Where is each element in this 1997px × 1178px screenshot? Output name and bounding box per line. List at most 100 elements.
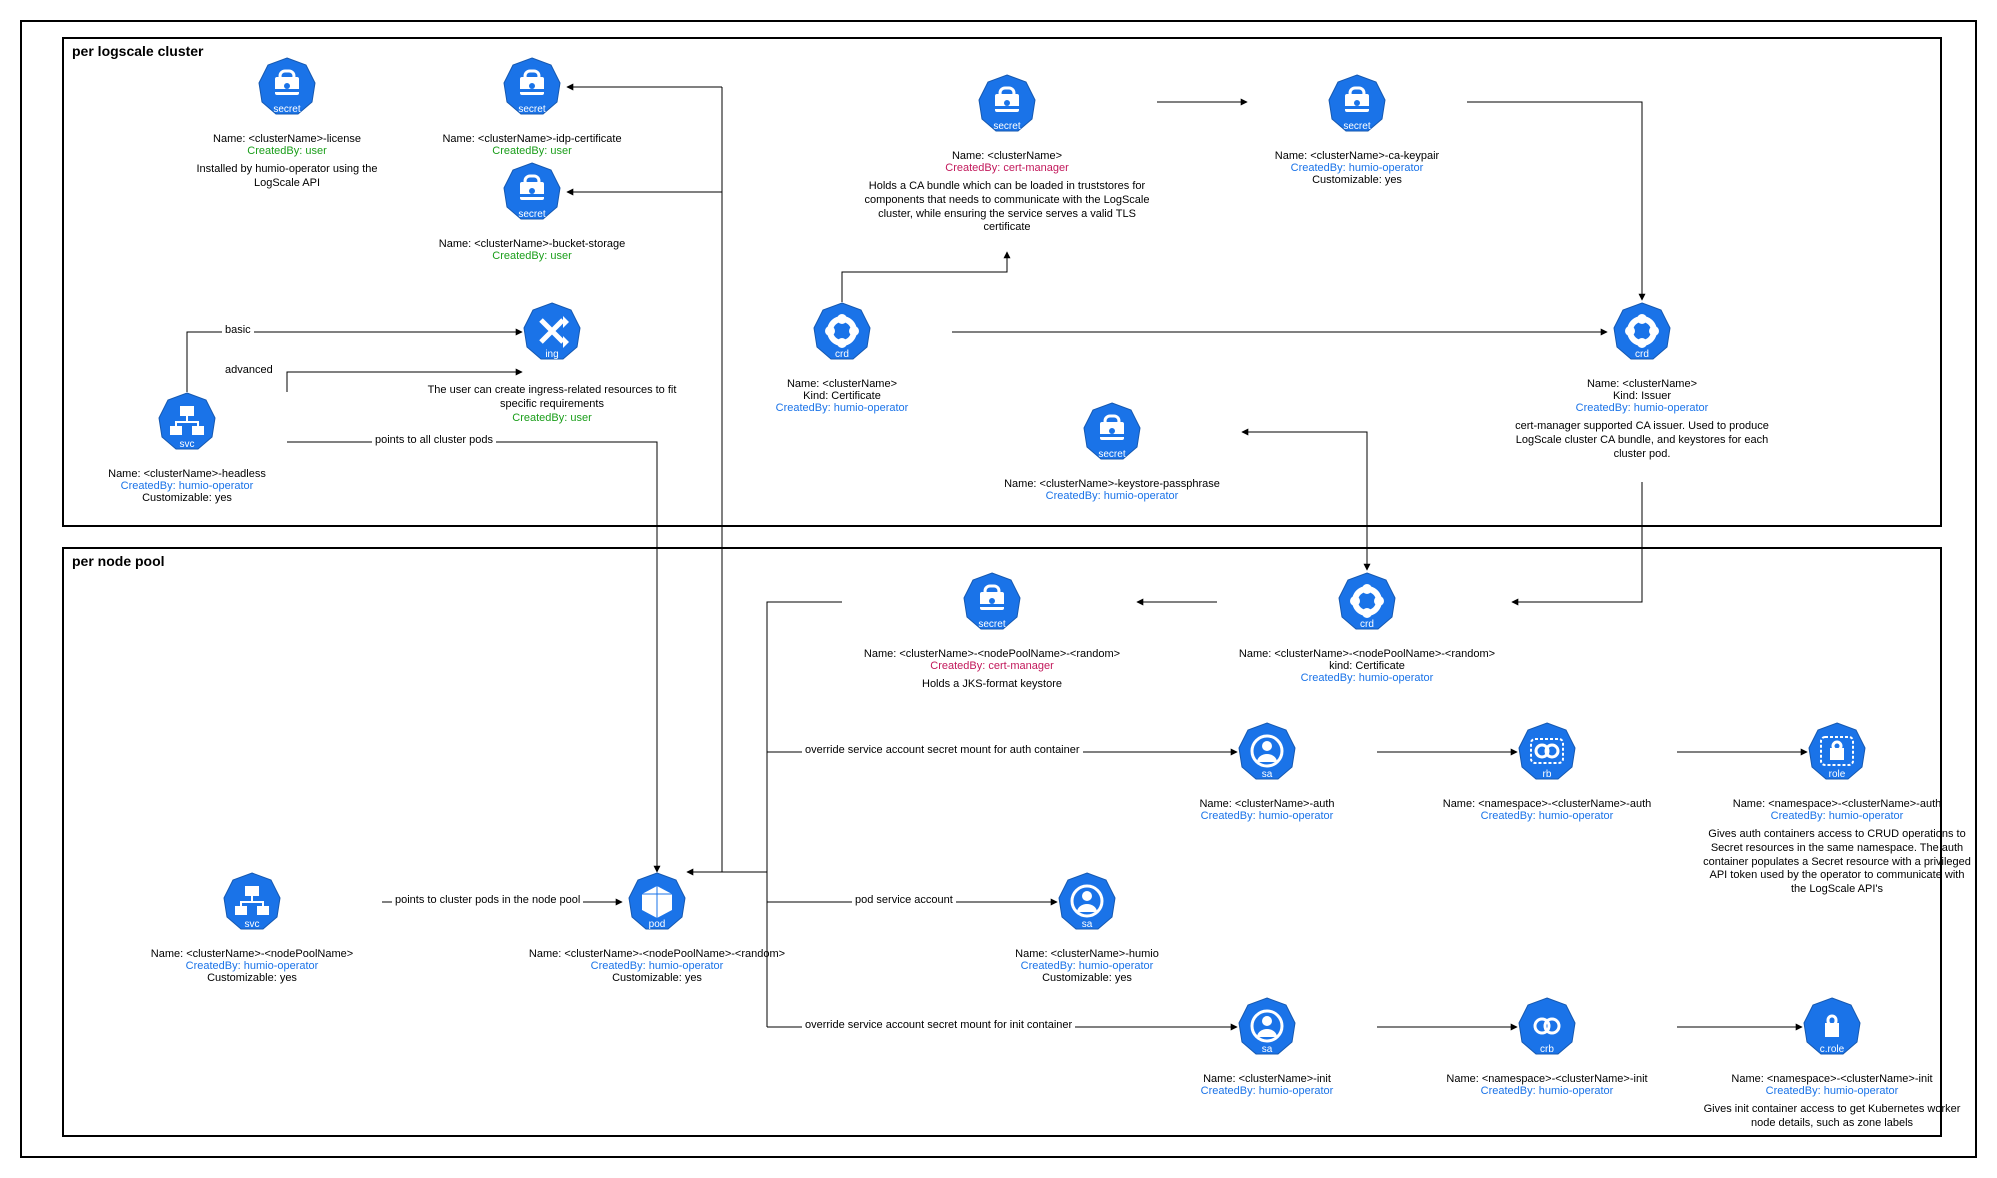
icon-label: crb — [1417, 1044, 1677, 1055]
node-role-auth: role Name: <namespace>-<clusterName>-aut… — [1702, 722, 1972, 897]
node-createdby: CreatedBy: humio-operator — [1417, 810, 1677, 822]
node-createdby: CreatedBy: humio-operator — [1417, 1085, 1677, 1097]
node-secret-bucket: secret Name: <clusterName>-bucket-storag… — [422, 162, 642, 262]
node-custom: Customizable: yes — [507, 972, 807, 984]
node-createdby: CreatedBy: humio-operator — [1702, 1085, 1962, 1097]
node-name: Name: <clusterName> — [1502, 378, 1782, 390]
icon-label: c.role — [1702, 1044, 1962, 1055]
node-sa-auth: sa Name: <clusterName>-auth CreatedBy: h… — [1157, 722, 1377, 822]
node-desc: Gives auth containers access to CRUD ope… — [1702, 828, 1972, 897]
icon-label: secret — [1247, 121, 1467, 132]
edge-label-allpods: points to all cluster pods — [372, 434, 496, 446]
diagram-root: per logscale cluster per node pool secre… — [20, 20, 1977, 1158]
node-secret-kspass: secret Name: <clusterName>-keystore-pass… — [982, 402, 1242, 502]
icon-label: secret — [177, 104, 397, 115]
node-createdby: CreatedBy: humio-operator — [982, 490, 1242, 502]
node-name: Name: <clusterName>-ca-keypair — [1247, 150, 1467, 162]
node-svc-np: svc Name: <clusterName>-<nodePoolName> C… — [122, 872, 382, 984]
node-createdby: CreatedBy: humio-operator — [732, 402, 952, 414]
icon-label: ing — [422, 349, 682, 360]
icon-label: crd — [1502, 349, 1782, 360]
node-crd-np: crd Name: <clusterName>-<nodePoolName>-<… — [1217, 572, 1517, 684]
edge-label-ovauth: override service account secret mount fo… — [802, 744, 1083, 756]
node-name: Name: <clusterName>-init — [1157, 1073, 1377, 1085]
edge-label-ovinit: override service account secret mount fo… — [802, 1019, 1075, 1031]
node-desc: Holds a JKS-format keystore — [842, 678, 1142, 692]
node-createdby: CreatedBy: humio-operator — [1502, 402, 1782, 414]
node-name: Name: <clusterName>-<nodePoolName>-<rand… — [507, 948, 807, 960]
icon-label: crd — [1217, 619, 1517, 630]
node-rb-auth: rb Name: <namespace>-<clusterName>-auth … — [1417, 722, 1677, 822]
node-custom: Customizable: yes — [122, 972, 382, 984]
node-name: Name: <clusterName>-keystore-passphrase — [982, 478, 1242, 490]
node-pod: pod Name: <clusterName>-<nodePoolName>-<… — [507, 872, 807, 984]
node-secret-cluster: secret Name: <clusterName> CreatedBy: ce… — [857, 74, 1157, 235]
node-desc: Gives init container access to get Kuber… — [1702, 1103, 1962, 1131]
edge-label-advanced: advanced — [222, 364, 276, 376]
node-kind: kind: Certificate — [1217, 660, 1517, 672]
node-svc-headless: svc Name: <clusterName>-headless Created… — [77, 392, 297, 504]
node-name: Name: <namespace>-<clusterName>-auth — [1417, 798, 1677, 810]
node-name: Name: <clusterName>-<nodePoolName>-<rand… — [1217, 648, 1517, 660]
node-secret-np: secret Name: <clusterName>-<nodePoolName… — [842, 572, 1142, 692]
icon-label: secret — [982, 449, 1242, 460]
edge-label-basic: basic — [222, 324, 254, 336]
node-custom: Customizable: yes — [77, 492, 297, 504]
node-name: Name: <clusterName> — [732, 378, 952, 390]
node-createdby: CreatedBy: humio-operator — [1157, 1085, 1377, 1097]
node-createdby: CreatedBy: user — [422, 250, 642, 262]
node-createdby: CreatedBy: cert-manager — [842, 660, 1142, 672]
node-desc: Installed by humio-operator using the Lo… — [177, 163, 397, 191]
node-crole-init: c.role Name: <namespace>-<clusterName>-i… — [1702, 997, 1962, 1131]
group-nodepool-label: per node pool — [72, 553, 165, 569]
node-name: Name: <namespace>-<clusterName>-init — [1417, 1073, 1677, 1085]
icon-label: sa — [977, 919, 1197, 930]
node-name: Name: <clusterName>-<nodePoolName> — [122, 948, 382, 960]
node-sa-init: sa Name: <clusterName>-init CreatedBy: h… — [1157, 997, 1377, 1097]
icon-label: svc — [122, 919, 382, 930]
node-createdby: CreatedBy: user — [422, 145, 642, 157]
node-name: Name: <clusterName>-<nodePoolName>-<rand… — [842, 648, 1142, 660]
node-secret-cakey: secret Name: <clusterName>-ca-keypair Cr… — [1247, 74, 1467, 186]
node-name: Name: <clusterName>-headless — [77, 468, 297, 480]
node-createdby: CreatedBy: humio-operator — [1217, 672, 1517, 684]
node-sa-humio: sa Name: <clusterName>-humio CreatedBy: … — [977, 872, 1197, 984]
edge-label-psa: pod service account — [852, 894, 956, 906]
node-createdby: CreatedBy: humio-operator — [1702, 810, 1972, 822]
node-custom: Customizable: yes — [977, 972, 1197, 984]
icon-label: secret — [422, 209, 642, 220]
edge-label-npods: points to cluster pods in the node pool — [392, 894, 583, 906]
icon-label: crd — [732, 349, 952, 360]
node-name: Name: <namespace>-<clusterName>-init — [1702, 1073, 1962, 1085]
icon-label: role — [1702, 769, 1972, 780]
node-name: Name: <clusterName> — [857, 150, 1157, 162]
node-secret-idp: secret Name: <clusterName>-idp-certifica… — [422, 57, 642, 157]
node-createdby: CreatedBy: user — [422, 412, 682, 424]
node-createdby: CreatedBy: cert-manager — [857, 162, 1157, 174]
node-desc: Holds a CA bundle which can be loaded in… — [857, 180, 1157, 235]
node-createdby: CreatedBy: humio-operator — [507, 960, 807, 972]
node-createdby: CreatedBy: humio-operator — [77, 480, 297, 492]
icon-label: pod — [507, 919, 807, 930]
node-name: Name: <clusterName>-license — [177, 133, 397, 145]
node-kind: Kind: Issuer — [1502, 390, 1782, 402]
node-kind: Kind: Certificate — [732, 390, 952, 402]
icon-label: svc — [77, 439, 297, 450]
icon-label: secret — [422, 104, 642, 115]
node-ing: ing The user can create ingress-related … — [422, 302, 682, 424]
icon-label: rb — [1417, 769, 1677, 780]
node-name: Name: <namespace>-<clusterName>-auth — [1702, 798, 1972, 810]
node-custom: Customizable: yes — [1247, 174, 1467, 186]
icon-label: secret — [842, 619, 1142, 630]
node-crd-cert: crd Name: <clusterName> Kind: Certificat… — [732, 302, 952, 414]
node-createdby: CreatedBy: humio-operator — [1247, 162, 1467, 174]
icon-label: sa — [1157, 1044, 1377, 1055]
node-crd-issuer: crd Name: <clusterName> Kind: Issuer Cre… — [1502, 302, 1782, 461]
node-createdby: CreatedBy: humio-operator — [122, 960, 382, 972]
node-name: Name: <clusterName>-idp-certificate — [422, 133, 642, 145]
node-createdby: CreatedBy: user — [177, 145, 397, 157]
icon-label: sa — [1157, 769, 1377, 780]
node-name: Name: <clusterName>-bucket-storage — [422, 238, 642, 250]
node-createdby: CreatedBy: humio-operator — [1157, 810, 1377, 822]
node-desc: The user can create ingress-related reso… — [422, 384, 682, 412]
